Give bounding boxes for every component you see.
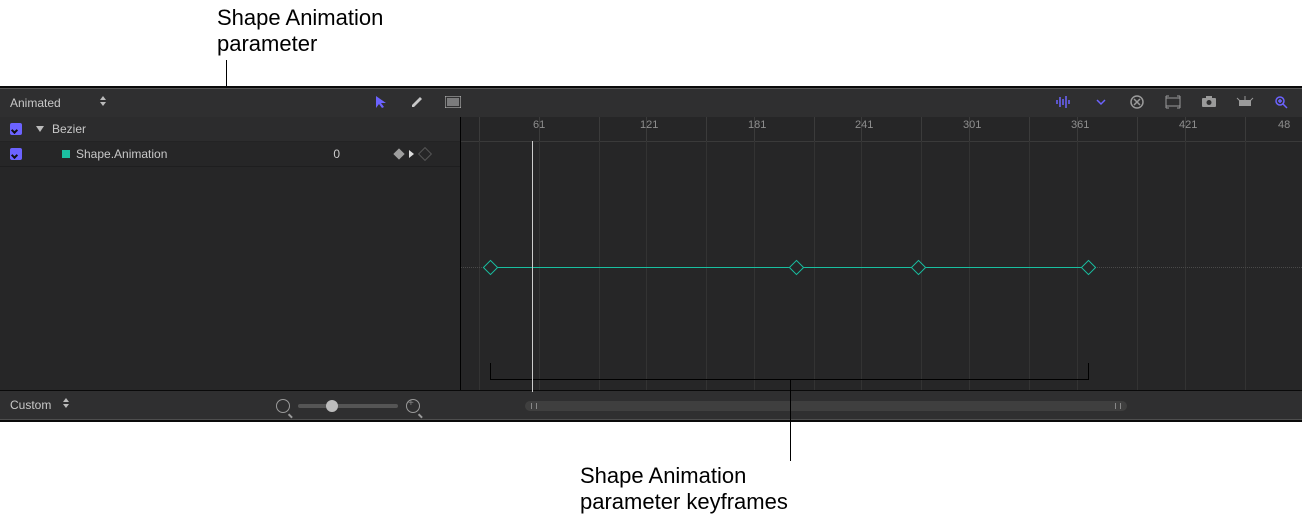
- scroll-grip-left-icon[interactable]: [531, 403, 537, 409]
- ruler-tick-label: 48: [1278, 119, 1290, 131]
- chevron-up-down-icon: [63, 398, 69, 408]
- ruler-tick-label: 121: [640, 119, 658, 131]
- playhead[interactable]: [532, 141, 533, 392]
- keyframe-editor-toolbar: Animated: [0, 88, 1302, 118]
- pencil-tool-icon[interactable]: [408, 93, 426, 111]
- horizontal-scrollbar[interactable]: [525, 401, 1127, 411]
- edit-tool-group: [372, 93, 462, 111]
- parameter-filter-label: Animated: [10, 96, 61, 110]
- callout-top-line2: parameter: [217, 31, 317, 56]
- arrow-tool-icon[interactable]: [372, 93, 390, 111]
- visibility-checkbox[interactable]: [10, 148, 22, 160]
- time-ruler[interactable]: 61 121 181 241 301 361 421 48: [461, 117, 1302, 142]
- ruler-tick-label: 181: [748, 119, 766, 131]
- chevron-up-down-icon: [100, 96, 106, 106]
- curve-color-chip: [62, 150, 70, 158]
- ruler-tick-label: 61: [533, 119, 545, 131]
- zoom-out-icon[interactable]: [276, 399, 290, 413]
- parameter-filter-popup[interactable]: Animated: [10, 89, 106, 117]
- keyframe-graph[interactable]: 61 121 181 241 301 361 421 48: [461, 117, 1302, 392]
- fit-curves-icon[interactable]: [1164, 93, 1182, 111]
- keyframe-editor: Animated: [0, 88, 1302, 420]
- keyframe-point[interactable]: [789, 260, 805, 276]
- group-name-label: Bezier: [52, 117, 86, 141]
- keyframe-nav: [395, 142, 430, 166]
- keyframe-point[interactable]: [1081, 260, 1097, 276]
- zoom-in-icon[interactable]: [406, 399, 420, 413]
- chevron-down-icon[interactable]: [1092, 93, 1110, 111]
- callout-bottom-line2: parameter keyframes: [580, 489, 788, 514]
- scroll-grip-right-icon[interactable]: [1115, 403, 1121, 409]
- view-tool-group: [1056, 93, 1290, 111]
- clear-curves-icon[interactable]: [1128, 93, 1146, 111]
- keyframe-point[interactable]: [911, 260, 927, 276]
- vertical-zoom-slider[interactable]: [276, 399, 420, 413]
- parameter-group-row[interactable]: Bezier: [0, 117, 460, 142]
- box-tool-icon[interactable]: [444, 93, 462, 111]
- prev-keyframe-icon[interactable]: [393, 148, 404, 159]
- callout-top: Shape Animation parameter: [217, 5, 383, 57]
- interpolation-popup[interactable]: Custom: [10, 391, 69, 419]
- keyframe-editor-footer: Custom: [0, 390, 1302, 420]
- callout-bottom-line1: Shape Animation: [580, 463, 746, 488]
- keyframe-point[interactable]: [483, 260, 499, 276]
- interpolation-label: Custom: [10, 398, 51, 412]
- snapshot-camera-icon[interactable]: [1200, 93, 1218, 111]
- show-in-viewer-icon[interactable]: [1236, 93, 1254, 111]
- keyframe-menu-chevron-icon[interactable]: [409, 150, 414, 158]
- ruler-tick-label: 421: [1179, 119, 1197, 131]
- callout-line-bottom: [790, 379, 791, 461]
- ruler-tick-label: 241: [855, 119, 873, 131]
- ruler-tick-label: 301: [963, 119, 981, 131]
- callout-bracket-r: [1088, 363, 1089, 379]
- zoom-track[interactable]: [298, 404, 398, 408]
- callout-bottom: Shape Animation parameter keyframes: [580, 463, 788, 515]
- visibility-checkbox[interactable]: [10, 123, 22, 135]
- disclosure-triangle-icon[interactable]: [36, 126, 44, 132]
- audio-waveform-icon[interactable]: [1056, 93, 1074, 111]
- parameter-list: Bezier Shape.Animation 0: [0, 117, 461, 392]
- zoom-knob[interactable]: [326, 400, 338, 412]
- ruler-tick-label: 361: [1071, 119, 1089, 131]
- zoom-to-fit-icon[interactable]: [1272, 93, 1290, 111]
- parameter-value[interactable]: 0: [333, 142, 340, 166]
- parameter-name-label: Shape.Animation: [76, 142, 167, 166]
- graph-area[interactable]: [461, 141, 1302, 392]
- parameter-row[interactable]: Shape.Animation 0: [0, 142, 460, 167]
- callout-top-line1: Shape Animation: [217, 5, 383, 30]
- next-keyframe-icon[interactable]: [418, 147, 432, 161]
- callout-bracket-l: [490, 363, 491, 379]
